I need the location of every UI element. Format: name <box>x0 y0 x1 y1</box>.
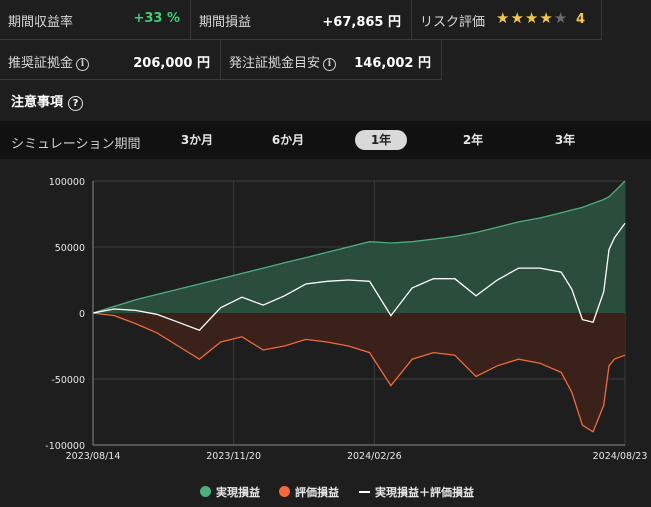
unrealized-legend-dot <box>279 486 290 497</box>
x-tick-label: 2024/02/26 <box>347 451 402 462</box>
y-tick-label: -50000 <box>51 375 85 386</box>
info-icon[interactable]: i <box>323 58 337 71</box>
legend-realized-label: 実現損益 <box>216 486 260 499</box>
simulation-period-bar: シミュレーション期間 3か月 6か月 1年 2年 3年 <box>0 121 651 159</box>
risk-stars: ★★★★★ 4 <box>496 9 586 27</box>
margin-label: 推奨証拠金 <box>8 56 74 71</box>
legend-unrealized[interactable]: 評価損益 <box>279 484 339 500</box>
notes-label: 注意事項 <box>11 95 64 110</box>
risk-value: 4 <box>576 12 587 27</box>
tab-2-years[interactable]: 2年 <box>447 130 499 150</box>
help-icon[interactable]: ? <box>68 96 84 111</box>
unrealized-area <box>93 313 625 432</box>
total-legend-line <box>359 491 370 493</box>
period-pl-cell: 期間損益 +67,865 円 <box>191 0 412 40</box>
period-pl-label: 期間損益 <box>199 15 252 30</box>
star-icon: ★ <box>524 9 540 27</box>
star-icon: ★ <box>496 9 511 27</box>
x-tick-label: 2024/08/23 <box>593 451 648 462</box>
x-tick-label: 2023/11/20 <box>206 451 261 462</box>
return-rate-label: 期間収益率 <box>8 15 74 30</box>
risk-label: リスク評価 <box>420 15 486 30</box>
legend-realized[interactable]: 実現損益 <box>200 484 260 500</box>
period-pl-value: +67,865 円 <box>322 15 401 30</box>
legend-total[interactable]: 実現損益＋評価損益 <box>359 484 474 500</box>
margin-value: 206,000 円 <box>133 56 210 71</box>
pl-chart: 100000500000-50000-1000002023/08/14 2023/… <box>45 177 648 462</box>
star-empty-icon: ★ <box>553 9 569 27</box>
return-rate-value: +33 % <box>133 11 180 26</box>
legend-unrealized-label: 評価損益 <box>295 486 339 499</box>
realized-legend-dot <box>200 486 211 497</box>
legend-total-label: 実現損益＋評価損益 <box>375 486 474 499</box>
order-margin-label: 発注証拠金目安 <box>229 56 321 71</box>
tab-1-year[interactable]: 1年 <box>355 130 407 150</box>
y-tick-label: 50000 <box>55 243 85 254</box>
notes-link[interactable]: 注意事項? <box>11 91 84 111</box>
tab-6-months[interactable]: 6か月 <box>262 130 314 150</box>
x-tick-label: 2023/08/14 <box>66 451 121 462</box>
margin-label-wrap: 推奨証拠金 i <box>8 52 90 71</box>
margin-cell: 推奨証拠金 i 206,000 円 <box>0 40 221 80</box>
order-margin-value: 146,002 円 <box>354 56 431 71</box>
simulation-period-label: シミュレーション期間 <box>11 137 141 152</box>
return-rate-cell: 期間収益率 +33 % <box>0 0 191 40</box>
tab-3-years[interactable]: 3年 <box>539 130 591 150</box>
info-icon[interactable]: i <box>76 58 90 71</box>
star-icon: ★ <box>539 9 554 27</box>
star-icon: ★ <box>510 9 525 27</box>
tab-3-months[interactable]: 3か月 <box>171 130 223 150</box>
y-tick-label: 100000 <box>49 177 85 188</box>
order-margin-cell: 発注証拠金目安 i 146,002 円 <box>221 40 442 80</box>
order-margin-label-wrap: 発注証拠金目安 i <box>229 52 337 71</box>
y-tick-label: 0 <box>79 309 85 320</box>
